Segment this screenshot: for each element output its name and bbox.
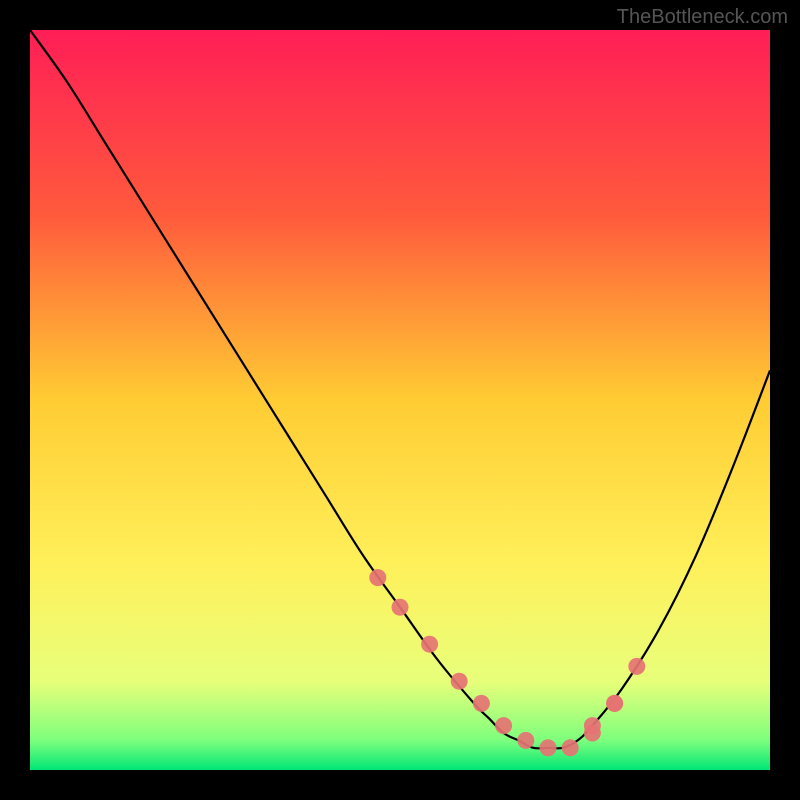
marker-dot bbox=[421, 636, 438, 653]
marker-dot bbox=[392, 599, 409, 616]
plot-area bbox=[30, 30, 770, 770]
watermark-text: TheBottleneck.com bbox=[617, 6, 788, 29]
marker-dot bbox=[540, 739, 557, 756]
marker-dot bbox=[562, 739, 579, 756]
marker-dot bbox=[451, 673, 468, 690]
gradient-background bbox=[30, 30, 770, 770]
marker-dot bbox=[606, 695, 623, 712]
marker-dot bbox=[517, 732, 534, 749]
marker-dot bbox=[628, 658, 645, 675]
marker-dot bbox=[495, 717, 512, 734]
marker-dot bbox=[584, 717, 601, 734]
chart-svg bbox=[30, 30, 770, 770]
marker-dot bbox=[369, 569, 386, 586]
chart-container: TheBottleneck.com bbox=[0, 0, 800, 800]
marker-dot bbox=[473, 695, 490, 712]
